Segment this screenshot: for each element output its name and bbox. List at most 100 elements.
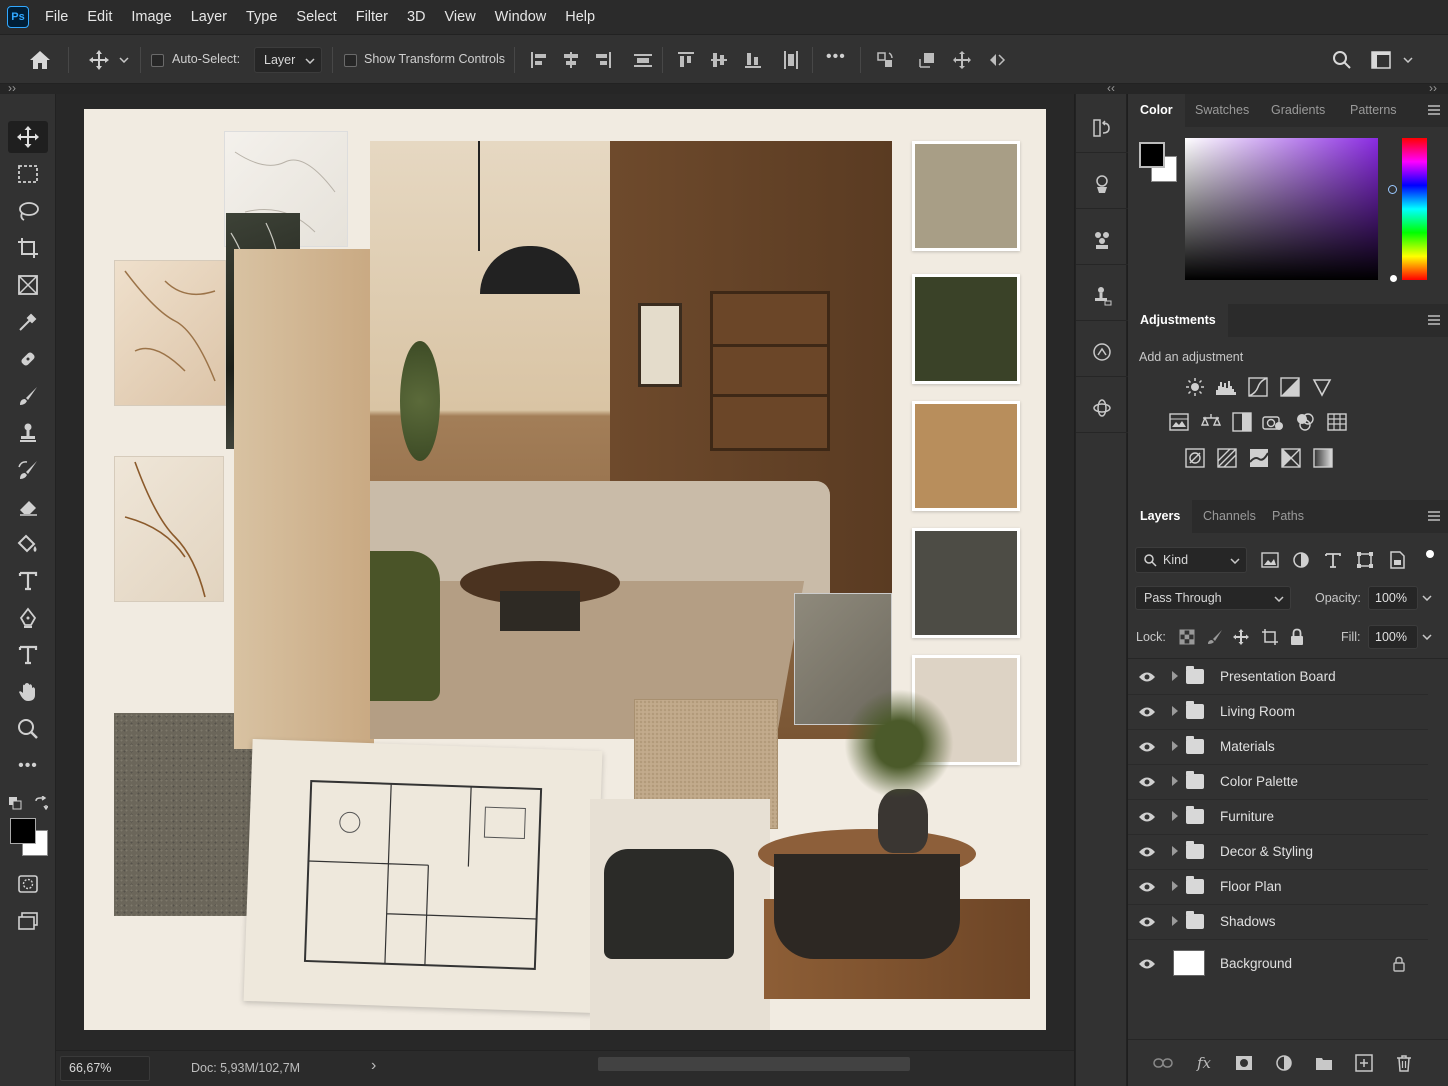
layer-name[interactable]: Presentation Board xyxy=(1220,669,1336,684)
3d-orbit-icon[interactable] xyxy=(872,47,898,73)
show-transform-controls-checkbox[interactable] xyxy=(344,54,357,67)
3d-pan-icon[interactable] xyxy=(949,47,975,73)
layer-name[interactable]: Floor Plan xyxy=(1220,879,1282,894)
visibility-eye-icon[interactable] xyxy=(1138,845,1156,859)
filter-toggle-switch[interactable] xyxy=(1426,550,1434,558)
actions-panel-icon[interactable] xyxy=(1088,170,1116,198)
threshold-icon[interactable] xyxy=(1248,447,1270,469)
frame-tool-icon[interactable] xyxy=(8,269,48,301)
zoom-level-field[interactable]: 66,67% xyxy=(60,1056,150,1081)
document-canvas[interactable] xyxy=(84,109,1046,1030)
workspace-chevron-icon[interactable] xyxy=(1398,47,1418,73)
layer-row-living-room[interactable]: Living Room xyxy=(1128,695,1428,730)
menu-filter[interactable]: Filter xyxy=(356,9,388,25)
menu-select[interactable]: Select xyxy=(296,9,336,25)
menu-image[interactable]: Image xyxy=(131,9,171,25)
menu-type[interactable]: Type xyxy=(246,9,277,25)
3d-panel-icon[interactable] xyxy=(1088,394,1116,422)
auto-select-checkbox[interactable] xyxy=(151,54,164,67)
exposure-icon[interactable] xyxy=(1279,376,1301,398)
visibility-eye-icon[interactable] xyxy=(1138,915,1156,929)
selective-color-icon[interactable] xyxy=(1280,447,1302,469)
tab-paths[interactable]: Paths xyxy=(1272,500,1304,533)
menu-file[interactable]: File xyxy=(45,9,68,25)
search-icon[interactable] xyxy=(1329,47,1355,73)
tab-swatches[interactable]: Swatches xyxy=(1195,94,1249,127)
layer-name[interactable]: Decor & Styling xyxy=(1220,844,1313,859)
menu-3d[interactable]: 3D xyxy=(407,9,426,25)
filter-shape-layers-icon[interactable] xyxy=(1354,549,1376,571)
fill-chevron-icon[interactable] xyxy=(1422,634,1432,640)
history-brush-tool-icon[interactable] xyxy=(8,454,48,486)
tab-gradients[interactable]: Gradients xyxy=(1271,94,1325,127)
align-horizontal-center-icon[interactable] xyxy=(558,47,584,73)
brightness-contrast-icon[interactable] xyxy=(1184,376,1206,398)
clone-source-panel-icon[interactable] xyxy=(1088,282,1116,310)
new-adjustment-layer-icon[interactable] xyxy=(1272,1051,1296,1075)
layer-name[interactable]: Shadows xyxy=(1220,914,1276,929)
visibility-eye-icon[interactable] xyxy=(1138,810,1156,824)
align-left-icon[interactable] xyxy=(526,47,552,73)
expand-group-icon[interactable] xyxy=(1172,671,1178,681)
new-layer-icon[interactable] xyxy=(1352,1051,1376,1075)
expand-toolbar-icon[interactable]: ›› xyxy=(8,81,16,95)
home-icon[interactable] xyxy=(27,47,53,73)
visibility-eye-icon[interactable] xyxy=(1138,880,1156,894)
marquee-tool-icon[interactable] xyxy=(8,158,48,190)
levels-icon[interactable] xyxy=(1215,376,1237,398)
lock-artboards-icon[interactable] xyxy=(1259,626,1281,648)
lock-transparent-pixels-icon[interactable] xyxy=(1176,626,1198,648)
visibility-eye-icon[interactable] xyxy=(1138,775,1156,789)
blend-mode-dropdown[interactable]: Pass Through xyxy=(1135,586,1291,610)
swap-colors-icon[interactable] xyxy=(34,796,48,810)
posterize-icon[interactable] xyxy=(1216,447,1238,469)
filter-pixel-layers-icon[interactable] xyxy=(1259,549,1281,571)
delete-layer-icon[interactable] xyxy=(1392,1051,1416,1075)
layer-name[interactable]: Furniture xyxy=(1220,809,1274,824)
healing-brush-tool-icon[interactable] xyxy=(8,343,48,375)
brushes-panel-icon[interactable] xyxy=(1088,226,1116,254)
layer-row-furniture[interactable]: Furniture xyxy=(1128,800,1428,835)
align-top-icon[interactable] xyxy=(673,47,699,73)
collapse-side-icons-icon[interactable]: ‹‹ xyxy=(1107,81,1115,95)
tab-color[interactable]: Color xyxy=(1128,94,1185,127)
pen-tool-icon[interactable] xyxy=(8,602,48,634)
filter-adjustment-layers-icon[interactable] xyxy=(1290,549,1312,571)
expand-group-icon[interactable] xyxy=(1172,881,1178,891)
quick-mask-icon[interactable] xyxy=(8,868,48,900)
link-layers-icon[interactable] xyxy=(1151,1051,1175,1075)
align-right-icon[interactable] xyxy=(590,47,616,73)
layer-filter-kind-dropdown[interactable]: Kind xyxy=(1135,547,1247,573)
lock-position-icon[interactable] xyxy=(1230,626,1252,648)
menu-edit[interactable]: Edit xyxy=(87,9,112,25)
panel-foreground-color[interactable] xyxy=(1139,142,1165,168)
tab-channels[interactable]: Channels xyxy=(1203,500,1256,533)
default-colors-icon[interactable] xyxy=(8,796,22,810)
layer-name[interactable]: Background xyxy=(1220,956,1292,971)
layer-name[interactable]: Color Palette xyxy=(1220,774,1298,789)
paint-bucket-tool-icon[interactable] xyxy=(8,528,48,560)
move-tool-icon[interactable] xyxy=(8,121,48,153)
adjustments-panel-menu-icon[interactable] xyxy=(1428,315,1440,325)
hue-slider[interactable] xyxy=(1402,138,1427,280)
filter-type-layers-icon[interactable] xyxy=(1322,549,1344,571)
vibrance-icon[interactable] xyxy=(1311,376,1333,398)
layer-row-presentation-board[interactable]: Presentation Board xyxy=(1128,660,1428,695)
workspace-icon[interactable] xyxy=(1368,47,1394,73)
channel-mixer-icon[interactable] xyxy=(1294,411,1316,433)
visibility-eye-icon[interactable] xyxy=(1138,740,1156,754)
fill-field[interactable]: 100% xyxy=(1368,625,1418,649)
visibility-eye-icon[interactable] xyxy=(1138,670,1156,684)
menu-help[interactable]: Help xyxy=(565,9,595,25)
photo-filter-icon[interactable] xyxy=(1262,411,1284,433)
eyedropper-tool-icon[interactable] xyxy=(8,306,48,338)
screen-mode-icon[interactable] xyxy=(8,905,48,937)
clone-stamp-tool-icon[interactable] xyxy=(8,417,48,449)
layer-name[interactable]: Living Room xyxy=(1220,704,1295,719)
chevron-down-icon[interactable] xyxy=(114,47,134,73)
visibility-eye-icon[interactable] xyxy=(1138,705,1156,719)
lasso-tool-icon[interactable] xyxy=(8,195,48,227)
visibility-eye-icon[interactable] xyxy=(1138,957,1156,971)
properties-panel-icon[interactable] xyxy=(1088,338,1116,366)
3d-roll-icon[interactable] xyxy=(914,47,940,73)
